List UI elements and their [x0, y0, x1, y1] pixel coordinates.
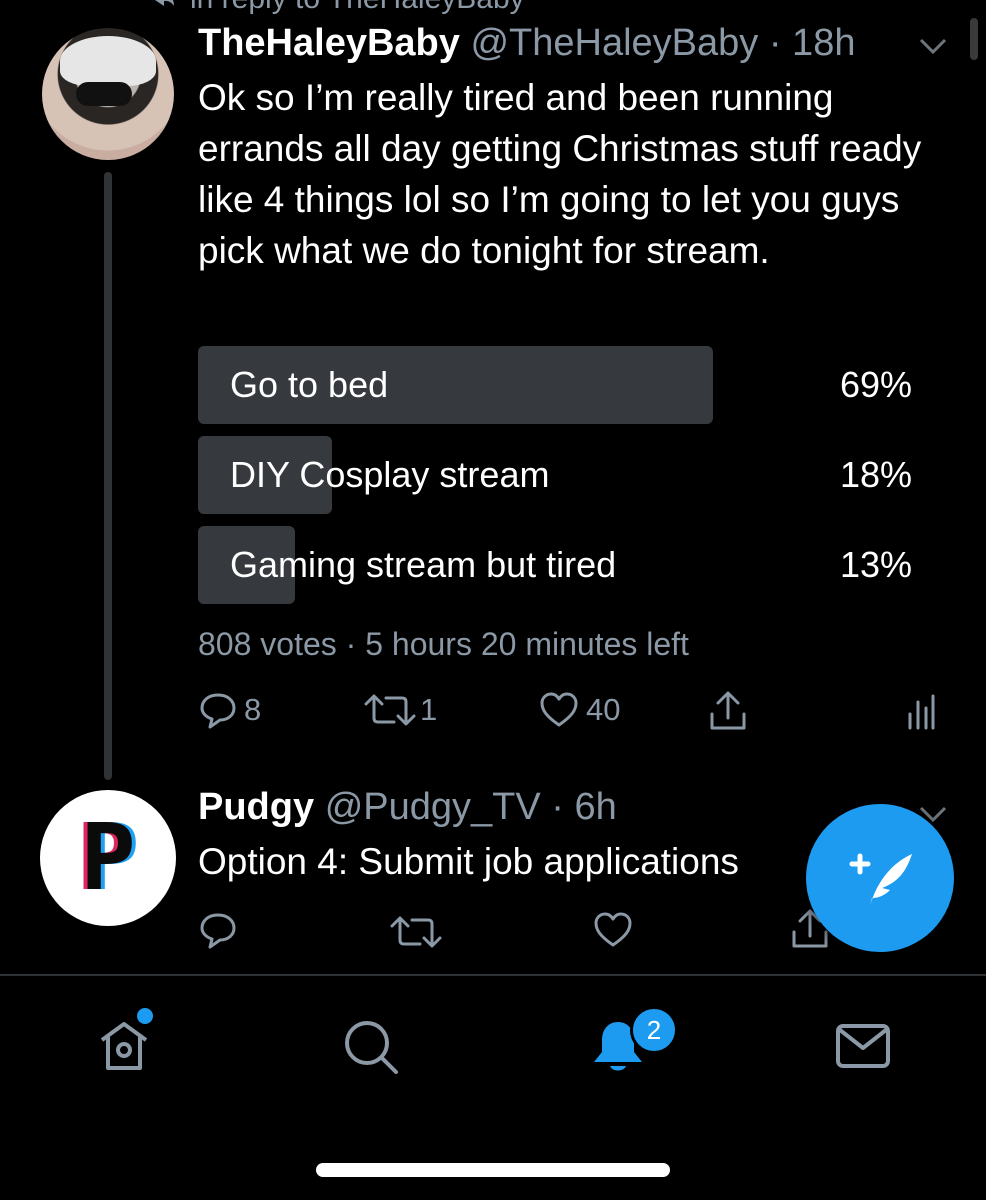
- notifications-badge: 2: [630, 1006, 678, 1054]
- tweet-menu-chevron-down-icon[interactable]: [918, 30, 948, 64]
- poll-option-label: Gaming stream but tired: [230, 544, 617, 585]
- tab-home[interactable]: [96, 1018, 152, 1079]
- tab-search[interactable]: [342, 1018, 400, 1081]
- reply-tweet-header: Pudgy @Pudgy_TV · 6h: [198, 786, 617, 829]
- compose-feather-icon: [846, 846, 918, 917]
- home-new-content-dot: [137, 1008, 153, 1024]
- retweet-icon: [362, 690, 418, 730]
- avatar-thehaleybaby[interactable]: [42, 28, 174, 160]
- like-count: 40: [586, 692, 621, 727]
- analytics-icon: [906, 694, 936, 732]
- tweet-header: TheHaleyBaby @TheHaleyBaby · 18h: [198, 22, 855, 65]
- bell-icon: [588, 1022, 648, 1080]
- reply-text: Option 4: Submit job applications: [198, 841, 739, 882]
- home-indicator[interactable]: [316, 1163, 670, 1177]
- reply-icon: [198, 910, 238, 950]
- share-icon: [706, 690, 750, 732]
- poll-option-label: DIY Cosplay stream: [230, 454, 550, 495]
- scrollbar[interactable]: [970, 18, 978, 60]
- thread-line: [104, 172, 112, 780]
- reply-icon: [198, 690, 238, 730]
- reply-retweet-button[interactable]: [388, 912, 444, 952]
- search-icon: [342, 1021, 400, 1080]
- poll-option-label: Go to bed: [230, 364, 389, 405]
- tweet-time[interactable]: · 18h: [769, 22, 856, 64]
- heart-icon: [592, 910, 634, 950]
- analytics-button[interactable]: [906, 694, 936, 732]
- mail-icon: [834, 1024, 892, 1076]
- poll-option-percent: 13%: [839, 544, 912, 585]
- avatar-letter: P: [80, 804, 136, 911]
- reply-like-button[interactable]: [592, 910, 634, 950]
- poll-option: DIY Cosplay stream 18%: [198, 436, 918, 514]
- poll-option: Gaming stream but tired 13%: [198, 526, 918, 604]
- reply-author-handle[interactable]: @Pudgy_TV: [325, 786, 541, 828]
- reply-author-name[interactable]: Pudgy: [198, 786, 314, 828]
- home-icon: [96, 1022, 152, 1078]
- reply-button[interactable]: 8: [198, 690, 261, 730]
- poll-option-percent: 18%: [839, 454, 912, 495]
- tab-bar-divider: [0, 974, 986, 976]
- poll-option: Go to bed 69%: [198, 346, 918, 424]
- retweet-count: 1: [420, 692, 438, 727]
- tab-messages[interactable]: [834, 1020, 892, 1077]
- avatar-pudgy[interactable]: P: [40, 790, 176, 926]
- retweet-button[interactable]: 1: [362, 690, 437, 730]
- poll-summary: 808 votes · 5 hours 20 minutes left: [198, 626, 689, 662]
- author-name[interactable]: TheHaleyBaby: [198, 22, 460, 64]
- compose-tweet-button[interactable]: [806, 804, 954, 952]
- tweet-text: Ok so I’m really tired and been running …: [198, 77, 922, 271]
- reply-context[interactable]: in reply to TheHaleyBaby: [150, 0, 525, 16]
- reply-arrow-icon: [150, 0, 176, 16]
- share-button[interactable]: [706, 690, 750, 732]
- reply-time[interactable]: · 6h: [551, 786, 616, 828]
- heart-icon: [538, 690, 580, 730]
- reply-context-text: in reply to TheHaleyBaby: [190, 0, 525, 15]
- reply-count: 8: [244, 692, 262, 727]
- reply-reply-button[interactable]: [198, 910, 238, 950]
- author-handle[interactable]: @TheHaleyBaby: [470, 22, 758, 64]
- like-button[interactable]: 40: [538, 690, 620, 730]
- retweet-icon: [388, 912, 444, 952]
- poll-option-percent: 69%: [839, 364, 912, 405]
